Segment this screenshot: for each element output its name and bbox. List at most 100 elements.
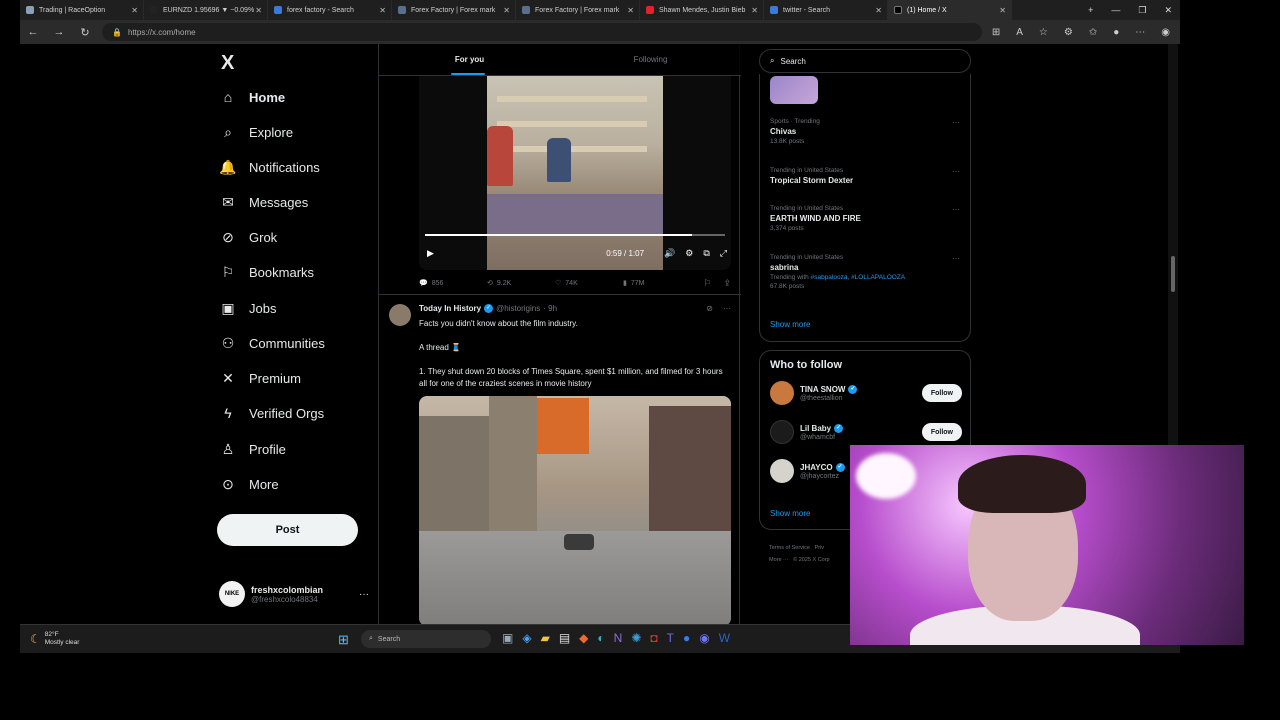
more-dots-icon[interactable]: ··· [952,205,960,214]
mcafee-icon[interactable]: ◘ [650,631,657,645]
video-progress-bar[interactable] [425,234,725,236]
tab-twitter-search[interactable]: twitter - Search ✕ [764,0,888,20]
pip-icon[interactable]: ⧉ [703,248,709,259]
follow-suggestion[interactable]: Lil Baby ✓ @whamcbf Follow [770,418,962,446]
search-input[interactable]: ⌕ Search [759,49,971,73]
tweet[interactable]: Today In History ✓ @historigins · 9h ⊘ ··… [379,296,741,624]
windows-start-icon[interactable]: ⊞ [338,632,349,648]
nav-notifications[interactable]: 🔔 Notifications [219,152,320,182]
close-icon[interactable]: ✕ [875,6,882,15]
author-handle[interactable]: @historigins [496,304,540,313]
site-info-icon[interactable]: 🔒 [112,28,122,37]
trend-item[interactable]: Trending in United States Tropical Storm… [770,167,960,185]
grok-icon[interactable]: ⊘ [706,304,713,313]
account-switcher[interactable]: NIKE freshxcolombian @freshxcolo48834 ··… [219,580,369,608]
views-button[interactable]: ▮ 77M [623,279,691,288]
more-dots-icon[interactable]: ··· [359,589,369,600]
nav-home[interactable]: ⌂ Home [219,82,285,112]
install-icon[interactable]: ⊞ [992,27,1000,38]
profile-icon[interactable]: ● [1113,27,1119,38]
more-dots-icon[interactable]: ··· [952,118,960,127]
like-button[interactable]: ♡ 74K [555,279,623,288]
tweet-video[interactable]: ▶ 0:59 / 1:07 🔊 ⚙ ⧉ ⤢ [419,76,731,270]
trend-item[interactable]: Trending in United States sabrina Trendi… [770,254,960,290]
tab-forex-factory-1[interactable]: Forex Factory | Forex mark ✕ [392,0,516,20]
reply-button[interactable]: 💬 856 [419,279,487,288]
nav-more[interactable]: ⊙ More [219,469,279,499]
favorite-star-icon[interactable]: ☆ [1039,27,1048,38]
file-explorer-icon[interactable]: ▰ [541,631,550,645]
chatgpt-icon[interactable]: ✺ [631,631,641,645]
word-icon[interactable]: W [719,631,730,645]
close-icon[interactable]: ✕ [999,6,1006,15]
teams-icon[interactable]: T [667,631,674,645]
read-aloud-icon[interactable]: A [1016,27,1023,38]
settings-icon[interactable]: ⚙ [685,248,693,259]
more-link[interactable]: More ··· [769,557,789,563]
more-dots-icon[interactable]: ··· [952,254,960,263]
privacy-link[interactable]: Priv [815,545,824,551]
weather-widget[interactable]: ☾ 82°F Mostly clear [20,631,79,647]
trend-item[interactable]: Sports · Trending Chivas 13.8K posts ··· [770,118,960,145]
follow-button[interactable]: Follow [921,423,962,441]
restore-icon[interactable]: ❐ [1138,5,1146,16]
copilot-icon[interactable]: ◉ [1161,27,1170,38]
follow-suggestion[interactable]: TINA SNOW ✓ @theestallion Follow [770,379,962,407]
fullscreen-icon[interactable]: ⤢ [720,248,727,259]
forward-icon[interactable]: → [46,26,72,38]
tab-for-you[interactable]: For you [379,44,560,75]
tab-x-home[interactable]: (1) Home / X ✕ [888,0,1012,20]
scrollbar-thumb[interactable] [1171,256,1175,292]
x-logo[interactable]: X [221,52,234,75]
tab-youtube[interactable]: Shawn Mendes, Justin Bieb ✕ [640,0,764,20]
avatar[interactable] [770,420,794,444]
avatar[interactable] [770,459,794,483]
minimize-icon[interactable]: — [1111,5,1120,16]
share-icon[interactable]: ⇪ [723,278,731,289]
trend-item[interactable]: Trending in United States EARTH WIND AND… [770,205,960,232]
extensions-icon[interactable]: ⚙ [1064,27,1073,38]
bookmark-icon[interactable]: ⚐ [703,278,711,289]
close-icon[interactable]: ✕ [379,6,386,15]
tab-following[interactable]: Following [560,44,741,75]
nav-verified-orgs[interactable]: ϟ Verified Orgs [219,398,324,428]
tab-raceoption[interactable]: Trading | RaceOption ✕ [20,0,144,20]
nav-communities[interactable]: ⚇ Communities [219,328,325,358]
close-icon[interactable]: ✕ [627,6,634,15]
show-more-link[interactable]: Show more [770,320,810,329]
nav-jobs[interactable]: ▣ Jobs [219,293,276,323]
more-dots-icon[interactable]: ··· [723,304,731,313]
terms-link[interactable]: Terms of Service [769,545,810,551]
author-name[interactable]: Today In History [419,304,481,313]
close-icon[interactable]: ✕ [503,6,510,15]
favorites-icon[interactable]: ✩ [1089,27,1097,38]
nav-profile[interactable]: ♙ Profile [219,434,286,464]
follow-button[interactable]: Follow [921,384,962,402]
play-icon[interactable]: ▶ [427,248,434,259]
nav-premium[interactable]: ✕ Premium [219,363,301,393]
nav-messages[interactable]: ✉ Messages [219,187,308,217]
task-view-icon[interactable]: ▣ [502,631,513,645]
tab-forex-search[interactable]: forex factory - Search ✕ [268,0,392,20]
onenote-icon[interactable]: N [614,631,623,645]
menu-icon[interactable]: ⋯ [1135,27,1145,38]
tweet-image[interactable] [419,396,731,624]
discord-icon[interactable]: ◉ [699,631,709,645]
store-icon[interactable]: ▤ [559,631,570,645]
nav-bookmarks[interactable]: ⚐ Bookmarks [219,257,314,287]
zoom-icon[interactable]: ● [683,631,690,645]
url-field[interactable]: 🔒 https://x.com/home [102,23,982,41]
back-icon[interactable]: ← [20,26,46,38]
post-button[interactable]: Post [217,514,358,546]
nav-explore[interactable]: ⌕ Explore [219,117,293,147]
office-icon[interactable]: ◆ [579,631,588,645]
repost-button[interactable]: ⟲ 9.2K [487,279,555,288]
avatar[interactable] [389,304,411,326]
tab-eurnzd[interactable]: EURNZD 1.95696 ▼ −0.09% ✕ [144,0,268,20]
taskbar-search[interactable]: ⌕ Search [361,630,491,648]
show-more-link[interactable]: Show more [770,509,810,518]
close-window-icon[interactable]: ✕ [1164,5,1172,16]
close-icon[interactable]: ✕ [255,6,262,15]
trend-thumbnail[interactable] [770,76,818,104]
tab-forex-factory-2[interactable]: Forex Factory | Forex mark ✕ [516,0,640,20]
